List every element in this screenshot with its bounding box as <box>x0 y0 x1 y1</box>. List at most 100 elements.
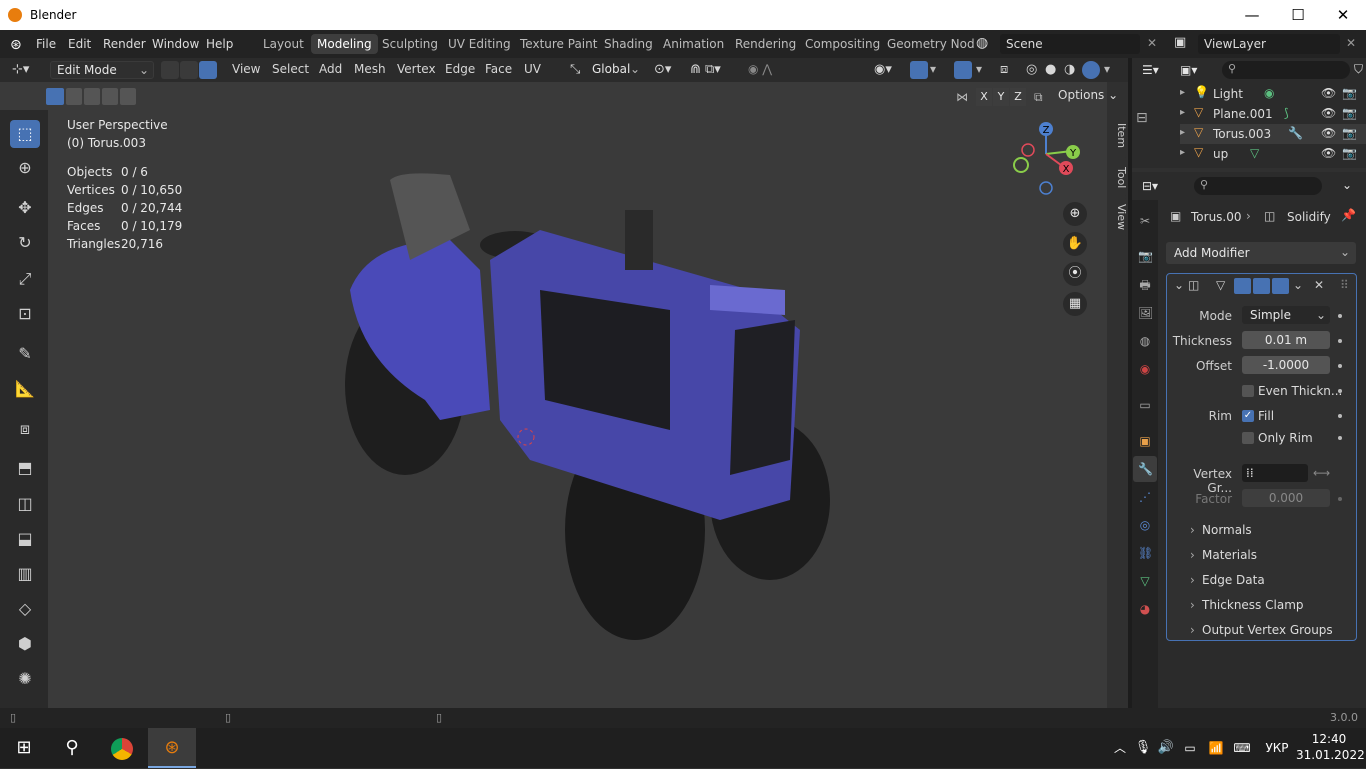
mode-dropdown[interactable]: Simple ⌄ <box>1242 306 1330 324</box>
even-thickness-checkbox[interactable] <box>1242 385 1254 397</box>
neg-x-axis-handle[interactable] <box>1021 143 1035 157</box>
orientation-dropdown[interactable]: Global ⌄ <box>586 61 644 79</box>
render-camera-icon[interactable]: 📷 <box>1342 86 1357 100</box>
subpanel-edge-data[interactable]: Edge Data <box>1202 573 1265 587</box>
tab-animation[interactable]: Animation <box>657 34 730 54</box>
eye-icon[interactable]: 👁 <box>1321 146 1336 160</box>
chrome-app-button[interactable] <box>98 728 146 768</box>
keyframe-dot[interactable] <box>1338 314 1342 318</box>
scene-close-icon[interactable]: ✕ <box>1147 36 1157 50</box>
drag-handle-icon[interactable]: ⠿ <box>1340 278 1349 292</box>
blender-app-button[interactable]: ⊛ <box>148 728 196 768</box>
tab-layout[interactable]: Layout <box>257 34 310 54</box>
view-layer-close-icon[interactable]: ✕ <box>1346 36 1356 50</box>
output-tab-icon[interactable]: 🖶 <box>1138 278 1152 292</box>
pivot-point-icon[interactable]: ⊙▾ <box>654 62 671 77</box>
select-invert-button[interactable] <box>102 88 118 105</box>
subpanel-materials[interactable]: Materials <box>1202 548 1257 562</box>
search-icon[interactable]: ⚲ <box>48 728 96 768</box>
properties-editor-icon[interactable]: ⊟▾ <box>1142 179 1158 193</box>
subpanel-output-vertex-groups[interactable]: Output Vertex Groups <box>1202 623 1333 637</box>
pan-hand-icon[interactable]: ✋ <box>1063 232 1087 256</box>
select-extend-button[interactable] <box>66 88 82 105</box>
scene-tab-icon[interactable]: ◍ <box>1138 334 1152 348</box>
bevel-tool-icon[interactable]: ⬓ <box>10 525 40 553</box>
outliner-editor-icon[interactable]: ☰▾ <box>1142 63 1159 77</box>
annotate-tool-icon[interactable]: ✎ <box>10 340 40 368</box>
tool-tab-icon[interactable]: ✂ <box>1138 214 1152 228</box>
overlay-toggle-button[interactable] <box>954 61 972 79</box>
navigation-gizmo[interactable]: Z Y X <box>1010 118 1090 198</box>
chevron-down-icon[interactable]: ▾ <box>976 62 982 76</box>
particles-tab-icon[interactable]: ⋰ <box>1138 490 1152 504</box>
expand-arrow-icon[interactable]: ▸ <box>1180 127 1185 138</box>
options-dropdown[interactable]: Options ⌄ <box>1058 88 1118 102</box>
minimize-button[interactable]: — <box>1229 0 1275 30</box>
add-cube-tool-icon[interactable]: ⧈ <box>10 415 40 443</box>
tab-texture-paint[interactable]: Texture Paint <box>514 34 603 54</box>
render-tab-icon[interactable]: 📷 <box>1138 249 1153 263</box>
thickness-field[interactable]: 0.01 m <box>1242 331 1330 349</box>
data-tab-icon[interactable]: ▽ <box>1138 574 1152 588</box>
face-select-button[interactable] <box>199 61 217 79</box>
menu-face[interactable]: Face <box>485 62 512 76</box>
wireframe-shading-icon[interactable]: ◎ <box>1026 62 1037 77</box>
scene-icon[interactable]: ◍ <box>976 35 988 51</box>
select-intersect-button[interactable] <box>120 88 136 105</box>
outliner-item[interactable]: ▸ ▽ up ▽ 👁 📷 <box>1180 144 1366 164</box>
outliner-search-input[interactable]: ⚲ <box>1222 61 1350 79</box>
select-subtract-button[interactable] <box>84 88 100 105</box>
collapse-chevron-icon[interactable]: ⌄ <box>1174 278 1184 292</box>
expand-arrow-icon[interactable]: ▸ <box>1180 147 1185 158</box>
scene-field[interactable]: Scene <box>1000 34 1140 54</box>
eye-icon[interactable]: 👁 <box>1321 86 1336 100</box>
chevron-down-icon[interactable]: ▾ <box>1104 62 1110 76</box>
move-tool-icon[interactable]: ✥ <box>10 194 40 222</box>
render-camera-icon[interactable]: 📷 <box>1342 106 1357 120</box>
eye-icon[interactable]: 👁 <box>1321 126 1336 140</box>
tab-uv-editing[interactable]: UV Editing <box>442 34 517 54</box>
outliner-item-selected[interactable]: ▸ ▽ Torus.003 🔧 👁 📷 <box>1180 124 1366 144</box>
menu-add[interactable]: Add <box>319 62 342 76</box>
menu-view[interactable]: View <box>232 62 260 76</box>
network-icon[interactable]: 📶 <box>1206 728 1226 768</box>
loop-cut-tool-icon[interactable]: ▥ <box>10 560 40 588</box>
invert-arrows-icon[interactable]: ⟷ <box>1313 466 1330 480</box>
remove-modifier-icon[interactable]: ✕ <box>1314 278 1324 292</box>
physics-tab-icon[interactable]: ◎ <box>1138 518 1152 532</box>
blender-menu-icon[interactable]: ⊛ <box>10 37 22 53</box>
viewport-toggle-button[interactable] <box>1253 278 1270 294</box>
display-mode-icon[interactable]: ▣▾ <box>1180 63 1197 77</box>
subpanel-thickness-clamp[interactable]: Thickness Clamp <box>1202 598 1304 612</box>
poly-build-tool-icon[interactable]: ⬢ <box>10 630 40 658</box>
modifier-wrench-icon[interactable]: 🔧 <box>1138 462 1153 476</box>
scale-tool-icon[interactable]: ⤢ <box>10 265 40 293</box>
keyboard-icon[interactable]: ⌨ <box>1230 728 1254 768</box>
neg-z-axis-handle[interactable] <box>1039 181 1053 195</box>
properties-search-input[interactable]: ⚲ <box>1194 177 1322 195</box>
expand-arrow-icon[interactable]: ▸ <box>1180 87 1185 98</box>
view-layer-tab-icon[interactable]: 🖼 <box>1138 306 1153 320</box>
inset-tool-icon[interactable]: ◫ <box>10 490 40 518</box>
mode-dropdown[interactable]: Edit Mode ⌄ <box>50 61 154 79</box>
render-toggle-button[interactable] <box>1272 278 1289 294</box>
zoom-icon[interactable]: ⊕ <box>1063 202 1087 226</box>
tab-shading[interactable]: Shading <box>598 34 659 54</box>
perspective-grid-icon[interactable]: ▦ <box>1063 292 1087 316</box>
tab-sculpting[interactable]: Sculpting <box>376 34 444 54</box>
editor-type-icon[interactable]: ⊹▾ <box>12 62 29 77</box>
eye-icon[interactable]: 👁 <box>1321 106 1336 120</box>
world-tab-icon[interactable]: ◉ <box>1138 362 1152 376</box>
rendered-shading-button[interactable] <box>1082 61 1100 79</box>
material-tab-icon[interactable]: ◕ <box>1138 602 1152 616</box>
clock[interactable]: 12:40 31.01.2022 <box>1296 728 1365 768</box>
neg-y-axis-handle[interactable] <box>1013 157 1029 173</box>
close-button[interactable]: ✕ <box>1320 0 1366 30</box>
menu-window[interactable]: Window <box>152 37 199 51</box>
pin-icon[interactable]: 📌 <box>1341 208 1356 222</box>
rotate-tool-icon[interactable]: ↻ <box>10 229 40 257</box>
proportional-edit-icon[interactable]: ◉ ⋀ <box>748 62 772 76</box>
keyframe-dot[interactable] <box>1338 364 1342 368</box>
add-modifier-dropdown[interactable]: Add Modifier ⌄ <box>1166 242 1356 264</box>
gizmo-toggle-button[interactable] <box>910 61 928 79</box>
